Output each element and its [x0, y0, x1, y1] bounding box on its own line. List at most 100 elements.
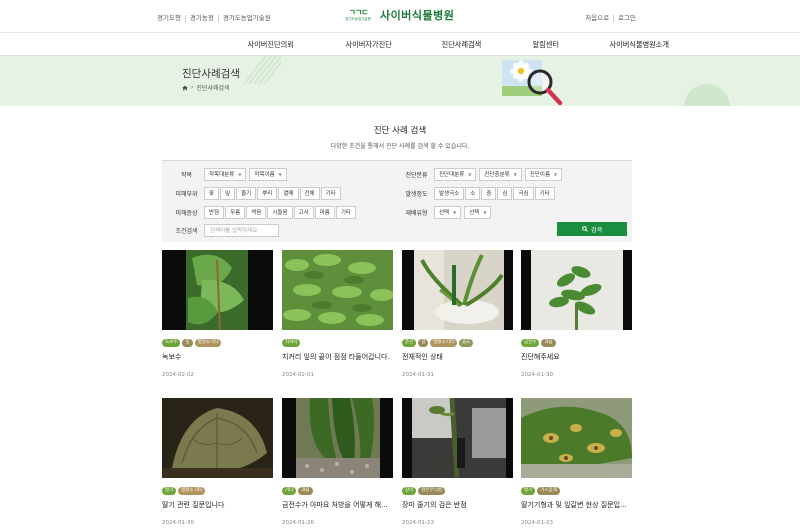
case-card[interactable]: 춘란 잎 병원소기타 습도 전체적인 상태 2024-01-31 — [402, 250, 513, 378]
case-thumbnail[interactable] — [402, 250, 513, 330]
case-tags: 치커리 — [282, 339, 393, 347]
chip-degree-severe[interactable]: 극심 — [513, 186, 534, 200]
home-icon[interactable] — [182, 85, 188, 91]
case-tag: 습도 — [459, 339, 474, 347]
chip-symptom-death[interactable]: 고사 — [293, 205, 314, 219]
filter-label-cultivation-type: 재배유형 — [405, 209, 428, 217]
main-navigation: 사이버진단의뢰 사이버자가진단 진단사례검색 알림센터 사이버식물병원소개 — [0, 33, 800, 56]
cultivation-type-select-2[interactable]: 선택 ▼ — [464, 205, 492, 219]
chip-symptom-dry[interactable]: 마름 — [314, 205, 335, 219]
chip-symptom-rot[interactable]: 썩음 — [246, 205, 267, 219]
section-description: 다양한 조건을 통해서 진단 사례를 검색 할 수 있습니다. — [330, 143, 470, 150]
chip-degree-medium[interactable]: 중 — [481, 186, 497, 200]
plant-photo-icon — [162, 398, 273, 478]
plant-photo-icon — [402, 250, 513, 330]
plant-photo-icon — [162, 250, 273, 330]
chevron-down-icon: ▼ — [483, 209, 487, 215]
plant-photo-icon — [282, 250, 393, 330]
filter-row-crop: 작목 작목대분류 ▼ 작목이름 ▼ — [169, 167, 290, 181]
case-card[interactable]: 치커리 치커리 잎의 끝이 점점 타들어갑니다. 2024-02-01 — [282, 250, 393, 378]
chevron-down-icon: ▼ — [238, 171, 242, 177]
keyword-search-input[interactable]: 검색어를 입력하세요 — [204, 223, 279, 237]
chip-part-fruit[interactable]: 열매 — [278, 186, 299, 200]
search-button[interactable]: 검색 — [557, 222, 627, 236]
nav-about-hospital[interactable]: 사이버식물병원소개 — [610, 33, 720, 55]
case-card[interactable]: 딸기 병원소기타 딸기 관련 질문입니다 2024-01-30 — [162, 398, 273, 526]
chip-degree-other[interactable]: 기타 — [534, 186, 555, 200]
case-tag: 잎 — [182, 339, 193, 347]
case-card[interactable]: 딸기 가스장해 딸기기형과 및 잎갈변 현상 질문입... 2024-01-23 — [521, 398, 632, 526]
util-link-agri-policy[interactable]: 경기농정 — [186, 15, 219, 22]
case-thumbnail[interactable] — [521, 250, 632, 330]
filter-row-cultivation-type: 재배유형 선택 ▼ 선택 ▼ — [399, 205, 494, 219]
chip-part-flower[interactable]: 꽃 — [204, 186, 220, 200]
filter-row-symptom: 피해증상 반점 무름 썩음 시들음 고사 마름 기타 — [169, 205, 357, 219]
case-card[interactable]: 기타 과습 금전수가 아파요 처방을 어떻게 해... 2024-01-26 — [282, 398, 393, 526]
case-tag: 기타 — [282, 487, 297, 495]
chip-symptom-spot[interactable]: 반점 — [204, 205, 225, 219]
chip-part-leaf[interactable]: 잎 — [220, 186, 236, 200]
filter-label-crop: 작목 — [180, 171, 193, 179]
cultivation-type-select-1[interactable]: 선택 ▼ — [434, 205, 462, 219]
chip-degree-minimal[interactable]: 발생극소 — [434, 186, 465, 200]
case-tag: 가스장해 — [537, 487, 560, 495]
util-link-gyeonggi[interactable]: 경기도청 — [157, 15, 186, 22]
case-card[interactable]: 금전수 과습 진단해주세요 2024-01-30 — [521, 250, 632, 378]
chip-symptom-soft-rot[interactable]: 무름 — [225, 205, 246, 219]
chip-degree-low[interactable]: 소 — [465, 186, 481, 200]
home-link[interactable]: 처음으로 — [581, 15, 615, 22]
chip-part-other[interactable]: 기타 — [320, 186, 341, 200]
case-date: 2024-01-23 — [402, 520, 434, 526]
case-thumbnail[interactable] — [282, 250, 393, 330]
chip-symptom-other[interactable]: 기타 — [335, 205, 356, 219]
login-link[interactable]: 로그인 — [614, 15, 636, 22]
case-date: 2024-01-26 — [282, 520, 314, 526]
case-thumbnail[interactable] — [162, 398, 273, 478]
chip-part-whole[interactable]: 전체 — [299, 186, 320, 200]
site-logo[interactable]: ㄱㄱㄷ 경기도농업기술원 사이버식물병원 — [340, 7, 454, 23]
case-title[interactable]: 전체적인 상태 — [402, 352, 513, 362]
case-title[interactable]: 딸기 관련 질문입니다 — [162, 500, 273, 510]
diagnosis-category-select[interactable]: 진단대분류 ▼ — [434, 167, 477, 181]
nav-notice-center[interactable]: 알림센터 — [533, 33, 610, 55]
utility-links-right: 처음으로 로그인 — [581, 15, 636, 22]
chip-part-stem[interactable]: 줄기 — [236, 186, 257, 200]
nav-cyber-self-diagnosis[interactable]: 사이버자가진단 — [346, 33, 442, 55]
case-thumbnail[interactable] — [162, 250, 273, 330]
case-thumbnail[interactable] — [521, 398, 632, 478]
nav-cyber-diagnosis-request[interactable]: 사이버진단의뢰 — [248, 33, 346, 55]
case-thumbnail[interactable] — [282, 398, 393, 478]
magnifier-flower-illustration-icon — [502, 60, 563, 106]
crop-category-select[interactable]: 작목대분류 ▼ — [204, 167, 247, 181]
case-date: 2024-01-30 — [521, 372, 553, 378]
case-card[interactable]: 장미 검은무늬병 장미 줄기의 검은 반점 2024-01-23 — [402, 398, 513, 526]
chip-part-root[interactable]: 뿌리 — [257, 186, 278, 200]
chevron-down-icon: ▼ — [278, 171, 282, 177]
case-title[interactable]: 진단해주세요 — [521, 352, 632, 362]
case-title[interactable]: 치커리 잎의 끝이 점점 타들어갑니다. — [282, 352, 393, 362]
diagnosis-name-select[interactable]: 진단이름 ▼ — [524, 167, 563, 181]
crop-name-select[interactable]: 작목이름 ▼ — [249, 167, 287, 181]
nav-diagnosis-case-search[interactable]: 진단사례검색 — [442, 33, 533, 55]
chip-degree-high[interactable]: 심 — [497, 186, 513, 200]
case-title[interactable]: 금전수가 아파요 처방을 어떻게 해... — [282, 500, 393, 510]
util-link-agri-tech[interactable]: 경기도농업기술원 — [219, 15, 275, 22]
breadcrumb-current: 진단사례검색 — [196, 85, 230, 92]
case-tags: 딸기 병원소기타 — [162, 487, 273, 495]
filter-row-keyword: 조건검색 검색어를 입력하세요 — [169, 223, 279, 237]
diagnosis-subcategory-select[interactable]: 진단중분류 ▼ — [479, 167, 522, 181]
case-title[interactable]: 딸기기형과 및 잎갈변 현상 질문입... — [521, 500, 632, 510]
filter-row-diagnosis: 진단분류 진단대분류 ▼ 진단중분류 ▼ 진단이름 ▼ — [399, 167, 565, 181]
case-card[interactable]: 녹보수 잎 병원소기타 녹보수 2024-02-02 — [162, 250, 273, 378]
case-title[interactable]: 장미 줄기의 검은 반점 — [402, 500, 513, 510]
case-tag: 딸기 — [521, 487, 536, 495]
case-title[interactable]: 녹보수 — [162, 352, 273, 362]
filter-label-symptom: 피해증상 — [175, 209, 198, 217]
case-thumbnail[interactable] — [402, 398, 513, 478]
plant-photo-icon — [402, 398, 513, 478]
case-tag: 잎 — [418, 339, 429, 347]
filter-row-degree: 발생정도 발생극소 소 중 심 극심 기타 — [399, 186, 556, 200]
chip-symptom-wilt[interactable]: 시들음 — [267, 205, 293, 219]
case-tag: 검은무늬병 — [418, 487, 445, 495]
case-date: 2024-01-31 — [402, 372, 434, 378]
